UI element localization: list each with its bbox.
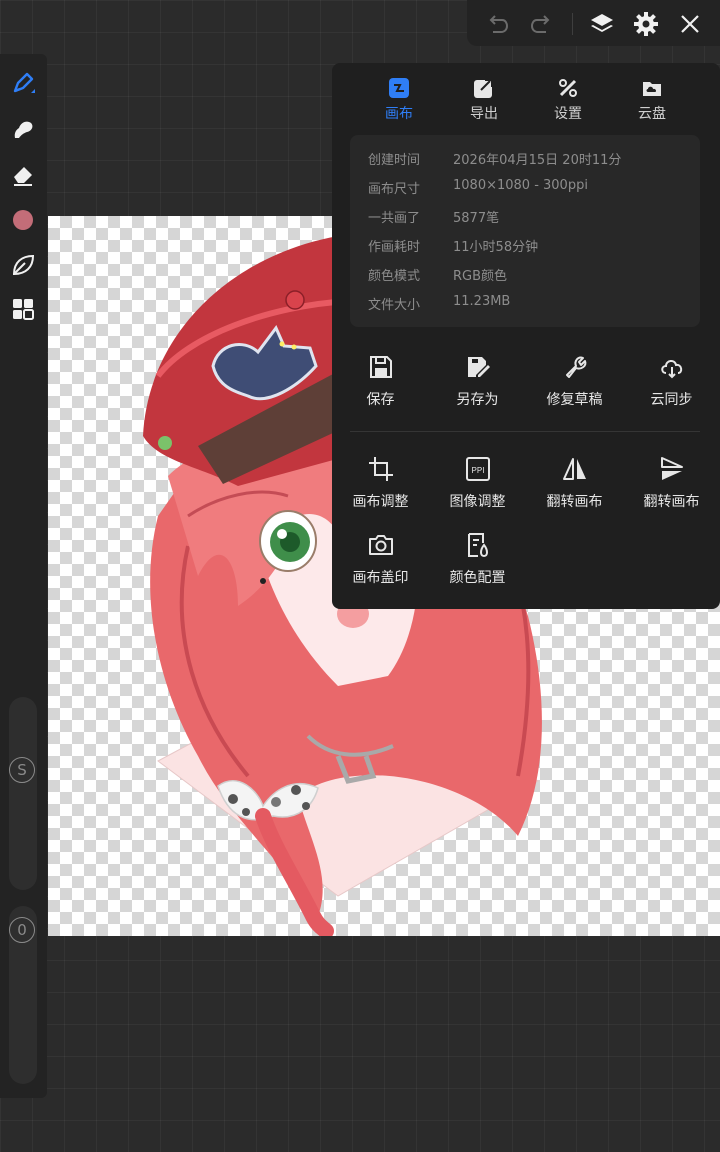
canvas-stamp-button[interactable]: 画布盖印 <box>332 531 429 587</box>
info-value: 5877笔 <box>453 211 500 226</box>
tab-export[interactable]: 导出 <box>442 73 526 129</box>
info-label: 作画耗时 <box>368 240 421 255</box>
toolbar-divider <box>572 13 573 35</box>
info-label: 一共画了 <box>368 211 421 226</box>
repair-draft-button[interactable]: 修复草稿 <box>526 353 623 409</box>
info-value: 11.23MB <box>453 294 511 309</box>
panels-button[interactable] <box>8 294 38 324</box>
brush-icon <box>13 72 35 93</box>
panel-divider <box>350 431 700 432</box>
info-value: 2026年04月15日 20时11分 <box>453 153 622 168</box>
export-icon <box>474 79 493 98</box>
info-value: 1080×1080 - 300ppi <box>453 178 588 193</box>
info-row-duration: 作画耗时 11小时58分钟 <box>350 236 700 258</box>
canvas-info-box: 创建时间 2026年04月15日 20时11分 画布尺寸 1080×1080 -… <box>350 135 700 327</box>
flip-vertical-icon <box>660 457 683 480</box>
flip-canvas-horizontal-label: 翻转画布 <box>546 494 603 510</box>
cloud-sync-button[interactable]: 云同步 <box>623 353 720 409</box>
undo-icon <box>489 15 509 33</box>
brush-size-slider[interactable] <box>9 697 37 890</box>
flip-canvas-vertical-label: 翻转画布 <box>643 494 700 510</box>
tab-settings[interactable]: 设置 <box>526 73 610 129</box>
smudge-tool-button[interactable] <box>8 114 38 144</box>
save-as-icon <box>467 357 490 377</box>
top-action-bar <box>467 0 720 46</box>
info-row-strokes: 一共画了 5877笔 <box>350 207 700 229</box>
info-label: 创建时间 <box>368 153 421 168</box>
save-icon <box>369 356 392 378</box>
smudge-icon <box>14 121 33 138</box>
leaf-tool-button[interactable] <box>8 250 38 280</box>
undo-button[interactable] <box>482 9 512 39</box>
info-row-color-mode: 颜色模式 RGB颜色 <box>350 265 700 287</box>
left-toolbar: S 0 <box>0 54 47 1098</box>
image-adjust-label: 图像调整 <box>449 494 506 510</box>
ppi-icon: PPI <box>465 457 490 481</box>
info-row-created: 创建时间 2026年04月15日 20时11分 <box>350 149 700 171</box>
current-color-swatch[interactable] <box>13 210 33 230</box>
layers-icon <box>591 14 613 32</box>
info-row-size: 画布尺寸 1080×1080 - 300ppi <box>350 178 700 200</box>
canvas-adjust-button[interactable]: 画布调整 <box>332 455 429 511</box>
color-profile-label: 颜色配置 <box>449 570 506 586</box>
brush-size-knob[interactable]: S <box>9 757 35 783</box>
tab-cloud-drive-label: 云盘 <box>638 106 666 122</box>
flip-horizontal-icon <box>562 458 586 480</box>
crop-icon <box>368 457 393 481</box>
leaf-icon <box>12 254 35 276</box>
redo-icon <box>530 15 550 33</box>
tab-canvas-label: 画布 <box>385 106 413 122</box>
tab-export-label: 导出 <box>470 106 498 122</box>
save-as-label: 另存为 <box>456 392 499 408</box>
info-label: 文件大小 <box>368 298 421 313</box>
info-label: 画布尺寸 <box>368 182 421 197</box>
svg-text:PPI: PPI <box>471 466 484 475</box>
cloud-sync-icon <box>660 360 682 379</box>
info-value: 11小时58分钟 <box>453 240 539 255</box>
eraser-tool-button[interactable] <box>8 160 38 190</box>
settings-icon <box>634 12 658 36</box>
settings-button[interactable] <box>631 9 661 39</box>
canvas-stamp-label: 画布盖印 <box>352 570 409 586</box>
image-adjust-button[interactable]: PPI 图像调整 <box>429 455 526 511</box>
close-button[interactable] <box>675 9 705 39</box>
redo-button[interactable] <box>527 9 557 39</box>
color-profile-icon <box>467 533 488 558</box>
info-value: RGB颜色 <box>453 269 508 284</box>
camera-stamp-icon <box>368 535 393 555</box>
save-as-button[interactable]: 另存为 <box>429 353 526 409</box>
panels-icon <box>13 299 34 320</box>
close-icon <box>681 15 699 33</box>
panel-tabs: 画布 导出 设置 云盘 <box>332 73 720 129</box>
save-button[interactable]: 保存 <box>332 353 429 409</box>
tools-icon <box>559 79 577 97</box>
tab-canvas[interactable]: 画布 <box>357 73 441 129</box>
save-label: 保存 <box>366 392 395 408</box>
tab-cloud-drive[interactable]: 云盘 <box>610 73 694 129</box>
cloud-drive-icon <box>643 82 661 96</box>
cloud-sync-label: 云同步 <box>650 392 693 408</box>
flip-canvas-vertical-button[interactable]: 翻转画布 <box>623 455 720 511</box>
flip-canvas-horizontal-button[interactable]: 翻转画布 <box>526 455 623 511</box>
info-row-file-size: 文件大小 11.23MB <box>350 294 700 316</box>
opacity-knob[interactable]: 0 <box>9 917 35 943</box>
layers-button[interactable] <box>587 9 617 39</box>
info-label: 颜色模式 <box>368 269 421 284</box>
canvas-adjust-label: 画布调整 <box>352 494 409 510</box>
repair-draft-label: 修复草稿 <box>546 392 603 408</box>
wrench-icon <box>565 356 586 378</box>
color-profile-button[interactable]: 颜色配置 <box>429 531 526 587</box>
canvas-menu-panel: 画布 导出 设置 云盘 创建时间 2026年04月15日 20时11分 画布尺寸… <box>332 63 720 609</box>
canvas-icon <box>389 78 409 98</box>
eraser-icon <box>14 167 32 186</box>
tab-settings-label: 设置 <box>554 106 582 122</box>
brush-tool-button[interactable] <box>8 68 38 98</box>
